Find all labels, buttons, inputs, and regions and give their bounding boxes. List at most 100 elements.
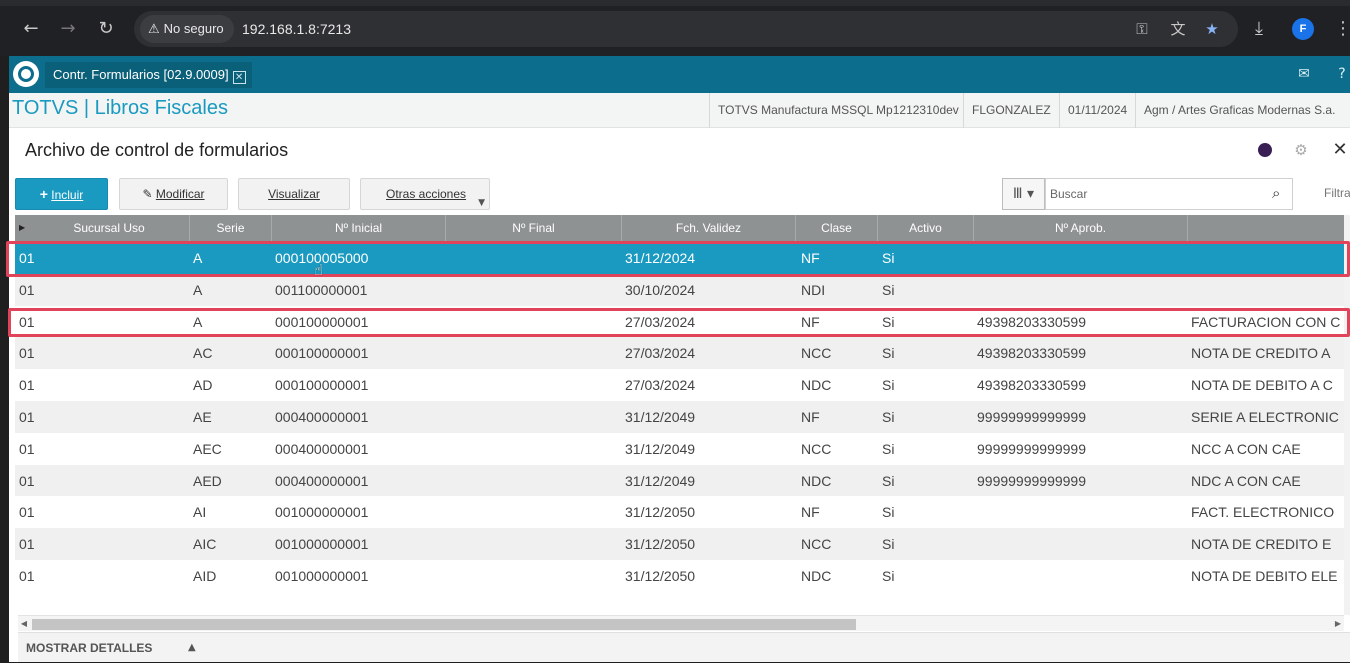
cell-final	[449, 560, 621, 592]
help-icon[interactable]: ?	[1330, 62, 1350, 86]
cell-inicial: 000100000001	[275, 377, 369, 394]
cell-final	[449, 369, 621, 401]
cell-final	[449, 433, 621, 465]
cell-clase: NDC	[801, 472, 832, 489]
module-title: TOTVS | Libros Fiscales	[12, 97, 228, 119]
cell-sucursal: 01	[19, 472, 35, 489]
address-bar[interactable]: ⚠ No seguro 192.168.1.8:7213 ⚿ 文 ★	[134, 11, 1238, 47]
tab-close-icon[interactable]: ✕	[232, 71, 246, 84]
translate-icon[interactable]: 文	[1168, 19, 1188, 39]
download-icon[interactable]: ⤓	[1255, 17, 1263, 41]
cell-validez: 27/03/2024	[625, 377, 696, 394]
col-activo[interactable]: Activo	[878, 215, 974, 241]
close-page-icon[interactable]: ✕	[1330, 140, 1350, 160]
app-bar: Contr. Formularios [02.9.0009] ✕ ✉ ?	[9, 56, 1350, 93]
cell-aprob: 99999999999999	[977, 440, 1087, 457]
reload-icon[interactable]: ↻	[94, 17, 118, 41]
table-row[interactable]: 01 AEC 000400000001 31/12/2049 NCC Si 99999999…	[15, 432, 1350, 465]
table-row[interactable]: 01 AI 001000000001 31/12/2050 NF Si FACT. ELEC…	[15, 496, 1350, 529]
cell-final	[449, 274, 621, 306]
col-clase[interactable]: Clase	[796, 215, 878, 241]
cell-activo: Si	[882, 472, 895, 489]
cell-clase: NDC	[801, 377, 832, 394]
main-panel: Archivo de control de formularios ⚙ ✕ + …	[6, 128, 1350, 662]
cell-serie: AIC	[193, 536, 217, 553]
cell-descripcion: FACT. ELECTRONICO	[1191, 504, 1335, 521]
other-actions-label: Otras acciones	[386, 187, 467, 201]
horizontal-scrollbar[interactable]: ◀ ▶	[18, 615, 1344, 631]
modify-label: Modificar	[155, 187, 205, 201]
scroll-thumb[interactable]	[32, 619, 856, 630]
search-input[interactable]	[1045, 178, 1293, 210]
other-actions-button[interactable]: Otras acciones ▼	[360, 178, 490, 210]
columns-toggle-icon[interactable]: Ⅲ ▾	[1002, 178, 1045, 210]
cell-final	[449, 465, 621, 497]
view-label: Visualizar	[268, 187, 320, 201]
cell-inicial: 001100000001	[275, 281, 368, 298]
browser-chrome: ← → ↻ ⚠ No seguro 192.168.1.8:7213 ⚿ 文 ★ …	[0, 0, 1350, 56]
cell-serie: AID	[193, 568, 217, 584]
cell-inicial: 001000000001	[275, 504, 369, 521]
cell-activo: Si	[882, 568, 895, 584]
details-footer[interactable]: MOSTRAR DETALLES ▲	[18, 632, 1350, 662]
col-n-aprob[interactable]: Nº Aprob.	[974, 215, 1188, 241]
dropdown-arrow-icon: ▼	[478, 198, 485, 208]
scroll-left-icon[interactable]: ◀	[18, 616, 30, 632]
cell-validez: 31/12/2049	[625, 409, 696, 425]
filter-label[interactable]: Filtra	[1324, 186, 1350, 200]
key-icon[interactable]: ⚿	[1132, 19, 1152, 39]
cell-inicial: 000400000001	[275, 440, 369, 457]
cell-activo: Si	[882, 345, 895, 362]
view-button[interactable]: Visualizar	[238, 178, 350, 210]
mail-icon[interactable]: ✉	[1292, 62, 1316, 86]
cell-sucursal: 01	[19, 504, 35, 521]
table-row[interactable]: 01 AID 001000000001 31/12/2050 NDC Si NOTA DE …	[15, 560, 1350, 592]
status-dot-icon[interactable]	[1258, 143, 1272, 157]
scroll-right-icon[interactable]: ▶	[1332, 616, 1344, 632]
url-text[interactable]: 192.168.1.8:7213	[242, 11, 351, 47]
cell-validez: 31/12/2049	[625, 472, 696, 489]
highlight-box-row-3	[8, 308, 1350, 337]
col-n-final[interactable]: Nº Final	[446, 215, 622, 241]
table-row[interactable]: 01 AED 000400000001 31/12/2049 NDC Si 99999999…	[15, 464, 1350, 497]
tab-contr-formularios[interactable]: Contr. Formularios [02.9.0009] ✕	[45, 62, 252, 88]
cell-aprob: 49398203330599	[977, 377, 1087, 394]
cell-aprob	[977, 496, 1187, 528]
cell-final	[449, 528, 621, 560]
cell-descripcion: NOTA DE DEBITO ELE	[1191, 568, 1338, 584]
cell-final	[449, 337, 621, 369]
cell-inicial: 001000000001	[275, 536, 369, 553]
menu-kebab-icon[interactable]: ⋮	[1334, 17, 1350, 41]
cell-sucursal: 01	[19, 409, 35, 425]
date-info: 01/11/2024	[1059, 93, 1135, 128]
security-label: No seguro	[163, 21, 224, 36]
col-serie[interactable]: Serie	[190, 215, 272, 241]
table-row[interactable]: 01 A 001100000001 30/10/2024 NDI Si	[15, 273, 1350, 306]
table-row[interactable]: 01 AC 000100000001 27/03/2024 NCC Si 493982033…	[15, 337, 1350, 370]
profile-avatar[interactable]: F	[1292, 18, 1314, 40]
settings-gear-icon[interactable]: ⚙	[1291, 140, 1311, 160]
forward-icon[interactable]: →	[56, 17, 80, 41]
show-details-label[interactable]: MOSTRAR DETALLES	[26, 633, 152, 663]
table-row[interactable]: 01 AIC 001000000001 31/12/2050 NCC Si NOTA DE …	[15, 528, 1350, 561]
cell-descripcion: NOTA DE CREDITO E	[1191, 536, 1332, 553]
col-sucursal-uso[interactable]: Sucursal Uso	[29, 215, 190, 241]
search-icon[interactable]: ⌕	[1272, 184, 1290, 202]
cell-activo: Si	[882, 536, 895, 553]
col-n-inicial[interactable]: Nº Inicial	[272, 215, 446, 241]
table-row[interactable]: 01 AE 000400000001 31/12/2049 NF Si 9999999999…	[15, 401, 1350, 433]
back-icon[interactable]: ←	[19, 17, 43, 41]
bookmark-star-icon[interactable]: ★	[1202, 19, 1222, 39]
security-chip[interactable]: ⚠ No seguro	[140, 15, 234, 43]
pencil-icon: ✎	[142, 187, 153, 201]
expand-up-icon[interactable]: ▲	[188, 633, 196, 663]
totvs-logo-icon[interactable]	[13, 61, 39, 87]
col-fch-validez[interactable]: Fch. Validez	[622, 215, 796, 241]
cell-serie: AD	[193, 377, 213, 394]
include-button[interactable]: + Incluir	[15, 178, 108, 210]
table-row[interactable]: 01 AD 000100000001 27/03/2024 NDC Si 493982033…	[15, 369, 1350, 402]
col-descripcion[interactable]	[1188, 215, 1350, 241]
page-title: Archivo de control de formularios	[25, 140, 289, 160]
cell-inicial: 000400000001	[275, 409, 369, 425]
modify-button[interactable]: ✎ Modificar	[119, 178, 228, 210]
